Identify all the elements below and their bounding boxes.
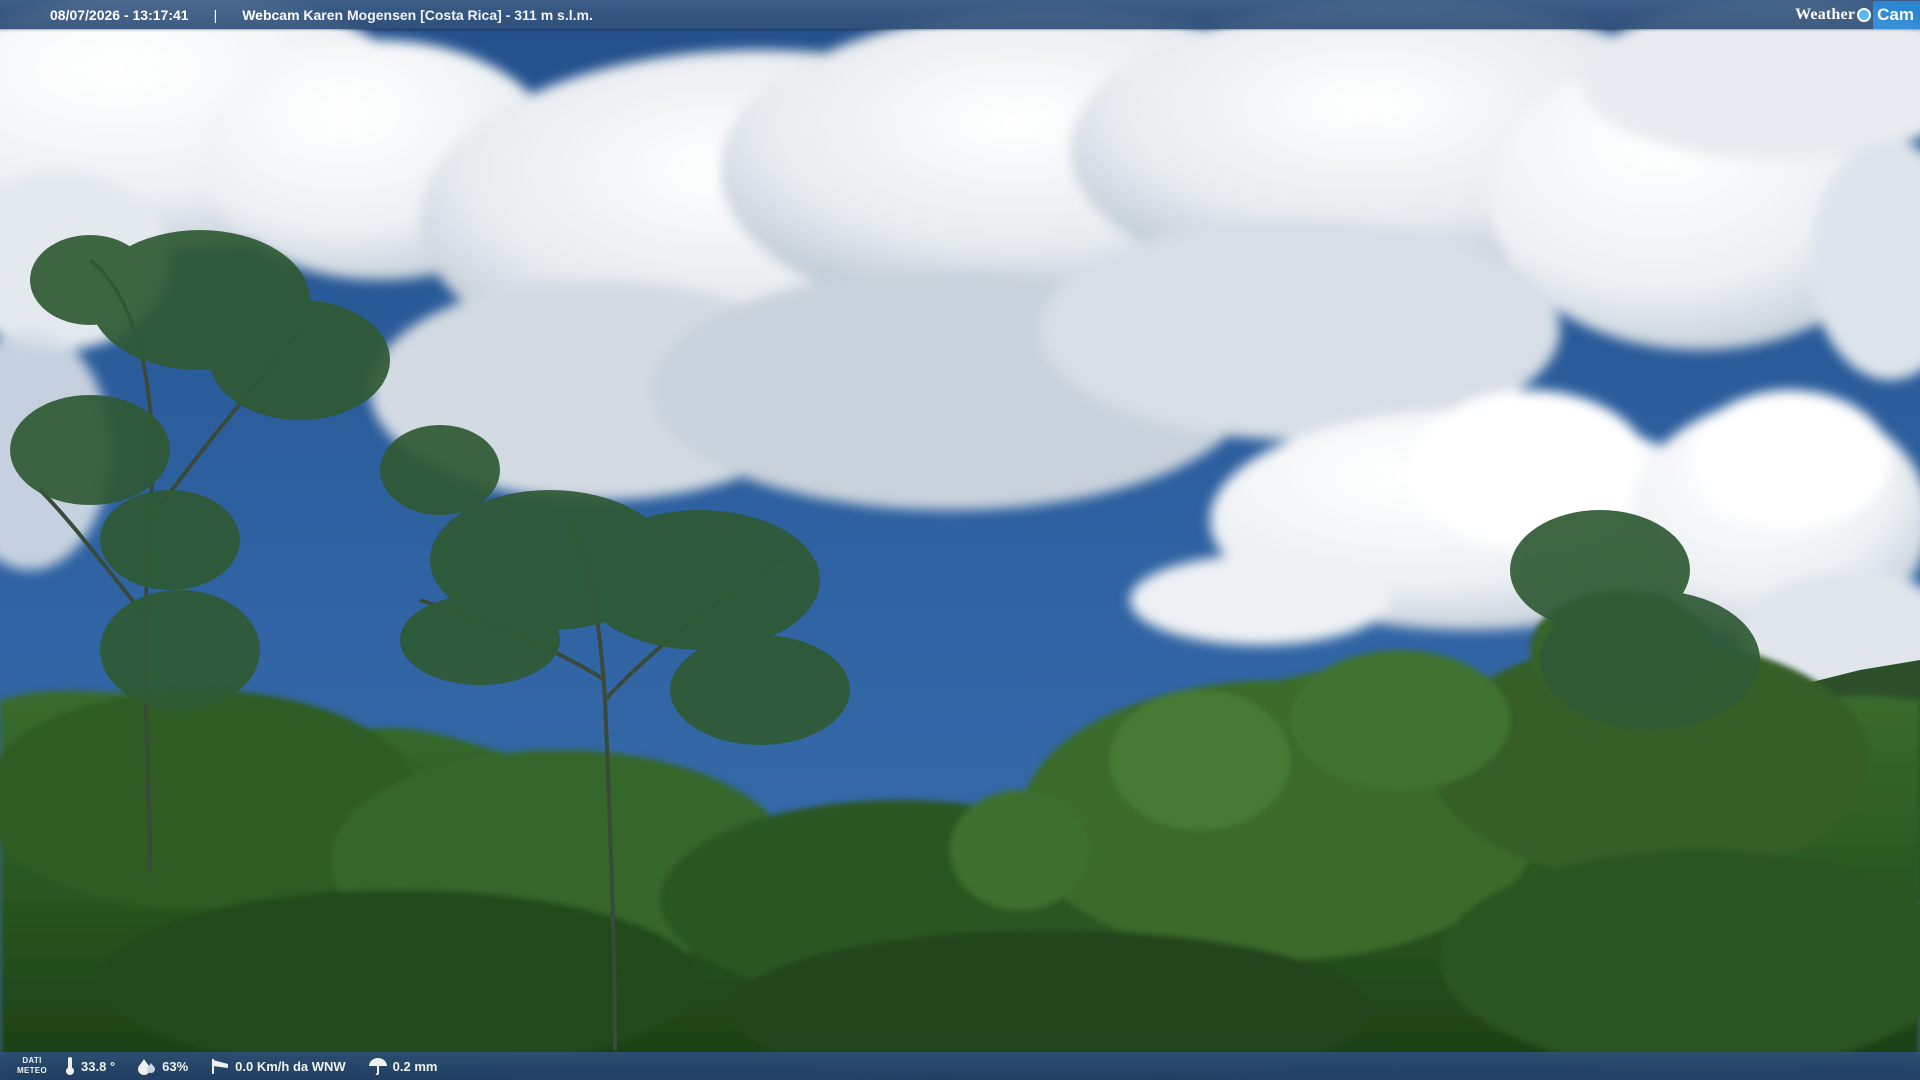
camera-title: Webcam Karen Mogensen [Costa Rica] - 311… (242, 6, 593, 23)
humidity-reading: 63% (137, 1057, 188, 1075)
logo-weather-text: Weather (1795, 5, 1856, 23)
top-caption-bar: 08/07/2026 - 13:17:41 | Webcam Karen Mog… (0, 0, 1920, 29)
humidity-drop-icon (138, 1059, 156, 1075)
weather-data-bar: DATI METEO 33.8 ° 63% 0.0 Km/h da WNW 0.… (0, 1052, 1920, 1080)
weather-data-label: DATI METEO (0, 1056, 64, 1076)
weather-data-label-line1: DATI (22, 1056, 42, 1065)
rain-value: 0.2 mm (392, 1058, 438, 1074)
rain-umbrella-icon (368, 1058, 387, 1075)
logo-cam-text: Cam (1873, 0, 1920, 29)
webcam-scene (0, 0, 1920, 1080)
logo-dot-icon (1857, 7, 1872, 22)
timestamp: 08/07/2026 - 13:17:41 (50, 6, 189, 23)
caption-separator: | (213, 6, 218, 23)
rain-reading: 0.2 mm (368, 1057, 438, 1075)
humidity-value: 63% (162, 1058, 189, 1074)
temperature-reading: 33.8 ° (64, 1056, 115, 1076)
wind-value: 0.0 Km/h da WNW (235, 1058, 346, 1074)
temperature-value: 33.8 ° (81, 1058, 116, 1074)
weathercam-logo: Weather Cam (1795, 0, 1920, 29)
thermometer-icon (66, 1057, 74, 1075)
weather-data-label-line2: METEO (17, 1066, 47, 1075)
wind-sock-icon (212, 1059, 229, 1074)
wind-reading: 0.0 Km/h da WNW (210, 1057, 346, 1075)
